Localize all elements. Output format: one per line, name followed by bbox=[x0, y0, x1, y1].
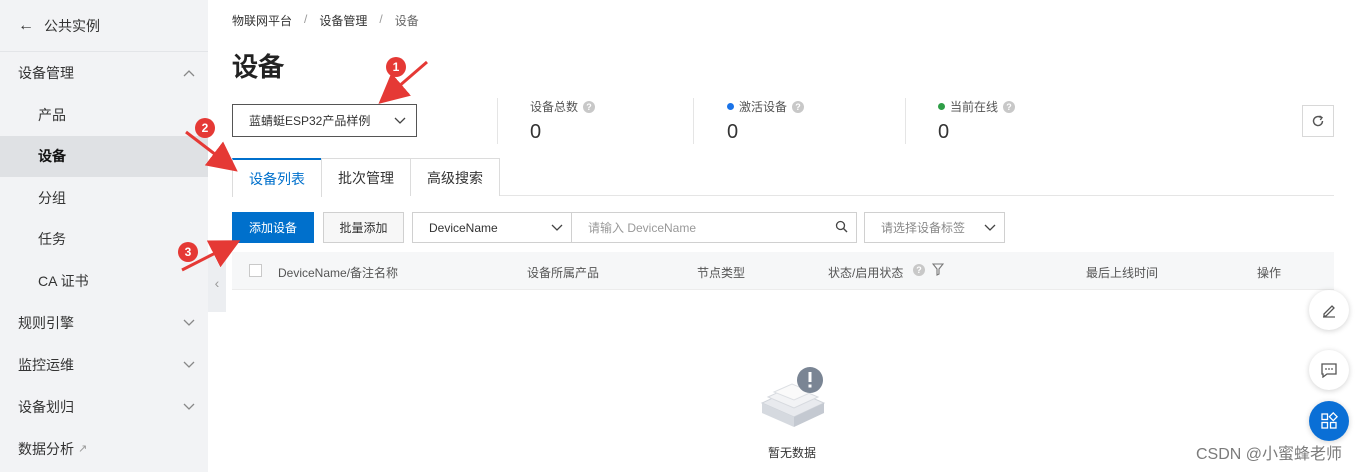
sidebar-collapse-handle[interactable]: ‹ bbox=[208, 254, 226, 312]
filter-icon[interactable] bbox=[931, 263, 945, 279]
product-select-value: 蓝蜻蜓ESP32产品样例 bbox=[249, 114, 371, 128]
breadcrumb-link[interactable]: 设备管理 bbox=[319, 12, 367, 29]
help-icon[interactable]: ? bbox=[913, 264, 925, 276]
nav-group-rule-engine[interactable]: 规则引擎 bbox=[0, 302, 208, 344]
sidebar-item-label: CA 证书 bbox=[38, 272, 89, 289]
back-label: 公共实例 bbox=[44, 17, 100, 34]
stat-value: 0 bbox=[938, 121, 950, 143]
device-tag-select[interactable]: 请选择设备标签 bbox=[864, 212, 1005, 243]
nav-group-device-management[interactable]: 设备管理 bbox=[0, 52, 208, 94]
nav-group-label: 设备划归 bbox=[18, 398, 74, 415]
empty-data-icon bbox=[760, 367, 826, 427]
empty-state: 暂无数据 bbox=[742, 365, 842, 461]
feedback-edit-button[interactable] bbox=[1309, 290, 1349, 330]
stat-value: 0 bbox=[727, 121, 739, 143]
stat-divider bbox=[905, 98, 906, 144]
search-input[interactable]: 请输入 DeviceName bbox=[571, 212, 857, 243]
search-field-value: DeviceName bbox=[429, 220, 498, 235]
sidebar-item-label: 分组 bbox=[38, 189, 66, 206]
refresh-icon bbox=[1312, 115, 1324, 127]
page-title: 设备 bbox=[232, 52, 285, 82]
product-select[interactable]: 蓝蜻蜓ESP32产品样例 bbox=[232, 104, 417, 137]
pencil-icon bbox=[1323, 305, 1335, 318]
stat-divider bbox=[497, 98, 498, 144]
nav-group-label: 监控运维 bbox=[18, 356, 74, 373]
tab-advanced-search[interactable]: 高级搜索 bbox=[410, 158, 500, 196]
column-header: 操作 bbox=[1257, 266, 1282, 280]
stat-value: 0 bbox=[530, 121, 542, 143]
sidebar-item-product[interactable]: 产品 bbox=[0, 94, 208, 136]
chat-icon bbox=[1321, 363, 1337, 378]
external-link-icon: ↗ bbox=[78, 443, 88, 455]
status-dot-icon bbox=[938, 103, 945, 110]
search-placeholder: 请输入 DeviceName bbox=[588, 221, 697, 235]
stat-label: 当前在线 bbox=[950, 100, 999, 114]
chat-button[interactable] bbox=[1309, 350, 1349, 390]
empty-state-text: 暂无数据 bbox=[767, 446, 816, 460]
help-icon[interactable]: ? bbox=[792, 100, 805, 113]
breadcrumb-link[interactable]: 物联网平台 bbox=[232, 12, 292, 29]
help-icon[interactable]: ? bbox=[583, 100, 596, 113]
stat-divider bbox=[693, 98, 694, 144]
sidebar-item-group[interactable]: 分组 bbox=[0, 177, 208, 219]
sidebar-item-device[interactable]: 设备 bbox=[0, 135, 208, 177]
chevron-left-icon: ‹ bbox=[214, 275, 220, 291]
sidebar-item-task[interactable]: 任务 bbox=[0, 219, 208, 261]
chevron-down-icon bbox=[180, 314, 198, 332]
table-header: DeviceName/备注名称 设备所属产品 节点类型 状态/启用状态 ? 最后… bbox=[232, 252, 1334, 290]
breadcrumb-current: 设备 bbox=[394, 14, 419, 28]
nav-group-label: 设备管理 bbox=[18, 65, 74, 81]
search-field-select[interactable]: DeviceName bbox=[412, 212, 572, 243]
annotation-badge: 1 bbox=[386, 57, 406, 77]
tag-select-placeholder: 请选择设备标签 bbox=[881, 221, 966, 235]
chevron-down-icon bbox=[551, 221, 563, 235]
chevron-down-icon bbox=[180, 356, 198, 374]
refresh-button[interactable] bbox=[1302, 105, 1334, 137]
help-icon[interactable]: ? bbox=[1003, 100, 1016, 113]
apps-button[interactable] bbox=[1309, 401, 1349, 441]
batch-add-button[interactable]: 批量添加 bbox=[323, 212, 404, 243]
back-arrow-icon: ← bbox=[18, 16, 34, 34]
tab-device-list[interactable]: 设备列表 bbox=[232, 158, 322, 197]
column-header: 设备所属产品 bbox=[527, 266, 600, 280]
sidebar-item-ca-cert[interactable]: CA 证书 bbox=[0, 260, 208, 302]
column-header: 节点类型 bbox=[697, 266, 746, 280]
nav-group-data-analysis[interactable]: 数据分析 ↗ bbox=[0, 428, 208, 470]
status-dot-icon bbox=[727, 103, 734, 110]
nav-group-device-assignment[interactable]: 设备划归 bbox=[0, 386, 208, 428]
sidebar: ← 公共实例 设备管理 产品 设备 分组 任务 CA 证书 规则引擎 监控运维 … bbox=[0, 0, 208, 472]
annotation-badge: 2 bbox=[195, 118, 215, 138]
stat-label: 设备总数 bbox=[530, 100, 579, 114]
breadcrumb: 物联网平台 / 设备管理 / 设备 bbox=[232, 12, 419, 29]
tab-batch-management[interactable]: 批次管理 bbox=[321, 158, 411, 196]
nav-group-label: 规则引擎 bbox=[18, 314, 74, 331]
nav-group-label: 数据分析 bbox=[18, 440, 74, 457]
breadcrumb-separator: / bbox=[304, 12, 308, 26]
breadcrumb-separator: / bbox=[379, 12, 383, 26]
chevron-down-icon bbox=[180, 398, 198, 416]
chevron-down-icon bbox=[394, 114, 406, 128]
select-all-checkbox[interactable] bbox=[249, 264, 262, 277]
back-to-public-instance[interactable]: ← 公共实例 bbox=[0, 0, 208, 52]
chevron-up-icon bbox=[180, 64, 198, 82]
chevron-down-icon bbox=[984, 221, 996, 235]
nav-group-monitoring[interactable]: 监控运维 bbox=[0, 344, 208, 386]
add-device-button[interactable]: 添加设备 bbox=[232, 212, 314, 243]
column-header: 状态/启用状态 bbox=[828, 266, 904, 280]
sidebar-item-label: 设备 bbox=[38, 148, 66, 165]
column-header: DeviceName/备注名称 bbox=[278, 266, 399, 280]
apps-grid-icon bbox=[1321, 412, 1338, 429]
stat-activated-devices: 激活设备? 0 bbox=[727, 98, 805, 144]
search-icon[interactable] bbox=[835, 220, 848, 236]
column-header: 最后上线时间 bbox=[1086, 266, 1159, 280]
sidebar-item-label: 任务 bbox=[38, 231, 66, 248]
sidebar-item-label: 产品 bbox=[38, 106, 66, 123]
watermark: CSDN @小蜜蜂老师 bbox=[1195, 446, 1342, 463]
stat-online-devices: 当前在线? 0 bbox=[938, 98, 1016, 144]
tabs: 设备列表 批次管理 高级搜索 bbox=[232, 158, 1334, 197]
stat-label: 激活设备 bbox=[739, 100, 788, 114]
stat-total-devices: 设备总数? 0 bbox=[530, 98, 596, 144]
annotation-badge: 3 bbox=[178, 242, 198, 262]
